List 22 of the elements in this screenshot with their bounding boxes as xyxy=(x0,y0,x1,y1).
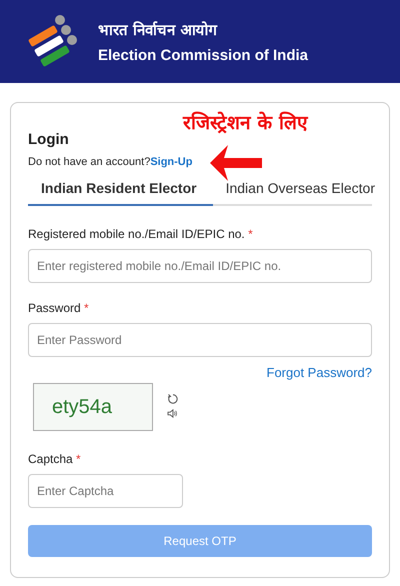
signup-prompt: Do not have an account? xyxy=(28,156,150,168)
arrow-icon xyxy=(210,143,262,183)
tab[interactable]: Indian Overseas Elector xyxy=(212,176,388,206)
header-title: Election Commission of India xyxy=(98,47,308,64)
input-field[interactable]: Enter registered mobile no./Email ID/EPIC no. xyxy=(28,249,372,283)
captcha-image: ety54a xyxy=(33,383,153,431)
field-label: Registered mobile no./Email ID/EPIC no. xyxy=(28,227,245,241)
required-mark: * xyxy=(84,301,89,315)
field-label: Captcha xyxy=(28,452,73,466)
refresh-icon[interactable] xyxy=(167,393,179,405)
required-mark: * xyxy=(248,227,253,241)
speaker-icon[interactable] xyxy=(167,409,178,418)
forgot-password-link[interactable]: Forgot Password? xyxy=(266,365,372,380)
header-title-hindi: भारत निर्वाचन आयोग xyxy=(98,20,218,39)
tab[interactable]: Indian Resident Elector xyxy=(28,176,213,206)
login-title: Login xyxy=(28,131,70,148)
captcha-field[interactable]: Enter Captcha xyxy=(28,474,183,508)
input-field[interactable]: Enter Password xyxy=(28,323,372,357)
required-mark: * xyxy=(76,452,81,466)
signup-link[interactable]: Sign-Up xyxy=(150,156,192,168)
annotation-text: रजिस्ट्रेशन के लिए xyxy=(183,110,308,135)
field-label: Password xyxy=(28,301,81,315)
